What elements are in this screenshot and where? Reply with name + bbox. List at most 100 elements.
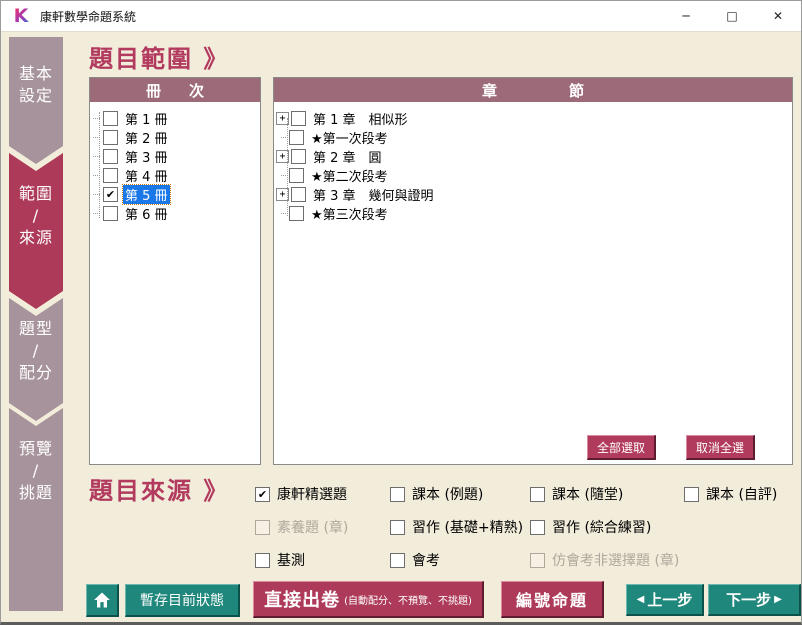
chapter-header-label: 章	[482, 80, 497, 101]
source-checkbox-checked[interactable]: ✔	[255, 487, 270, 502]
volume-label-selected[interactable]: 第 5 冊	[123, 185, 170, 204]
select-all-button[interactable]: 全部選取	[587, 435, 656, 460]
volume-checkbox-checked[interactable]: ✔	[103, 187, 118, 202]
tab-label-line: 配分	[9, 362, 63, 384]
right-arrow-icon: ▶	[774, 594, 782, 605]
source-checkbox[interactable]	[684, 487, 699, 502]
source-option[interactable]: 課本 (隨堂)	[530, 484, 623, 504]
source-option[interactable]: 習作 (基礎+精熟)	[390, 517, 523, 537]
minimize-button[interactable]: ─	[663, 1, 709, 31]
previous-step-label: 上一步	[647, 589, 692, 610]
tree-connector	[281, 137, 286, 138]
source-option[interactable]: 基測	[255, 550, 305, 570]
source-option-disabled: 素養題 (章)	[255, 517, 348, 537]
chapter-checkbox[interactable]	[291, 187, 306, 202]
volume-label[interactable]: 第 3 冊	[123, 147, 170, 166]
tab-question-type-score[interactable]: 題型 / 配分	[9, 298, 63, 421]
source-option-label[interactable]: 習作 (綜合練習)	[552, 517, 651, 537]
volume-header-label: 冊	[146, 80, 161, 101]
chapter-checkbox[interactable]	[291, 111, 306, 126]
maximize-button[interactable]: □	[709, 1, 755, 31]
volume-checkbox[interactable]	[103, 149, 118, 164]
volume-label[interactable]: 第 2 冊	[123, 128, 170, 147]
source-option-label[interactable]: 習作 (基礎+精熟)	[412, 517, 523, 537]
app-window: K 康軒數學命題系統 ─ □ ✕ 基本 設定 範圍 / 來源 題型 / 配分 預…	[0, 0, 802, 625]
source-checkbox-disabled	[530, 553, 545, 568]
tab-label-line: 範圍	[9, 183, 63, 205]
previous-step-button[interactable]: ◀ 上一步	[626, 584, 704, 616]
source-option[interactable]: 課本 (例題)	[390, 484, 483, 504]
chapter-panel-header: 章 節	[274, 78, 792, 102]
chapter-label[interactable]: 第 1 章 相似形	[311, 109, 410, 128]
deselect-all-button[interactable]: 取消全選	[686, 435, 755, 460]
volume-label[interactable]: 第 6 冊	[123, 204, 170, 223]
direct-exam-button[interactable]: 直接出卷 (自動配分、不預覽、不挑題)	[253, 581, 484, 618]
next-step-button[interactable]: 下一步 ▶	[708, 584, 801, 616]
chapter-row[interactable]: + 第 1 章 相似形	[274, 109, 792, 128]
chapter-checkbox[interactable]	[289, 206, 304, 221]
chapter-checkbox[interactable]	[289, 168, 304, 183]
chapter-checkbox[interactable]	[289, 130, 304, 145]
source-checkbox-disabled	[255, 520, 270, 535]
source-checkbox[interactable]	[530, 487, 545, 502]
source-option-label[interactable]: 會考	[412, 550, 440, 570]
tab-label-line: 題型	[9, 318, 63, 340]
chapter-label[interactable]: 第 2 章 圓	[311, 147, 384, 166]
source-checkbox[interactable]	[530, 520, 545, 535]
chapter-checkbox[interactable]	[291, 149, 306, 164]
source-option[interactable]: ✔ 康軒精選題	[255, 484, 347, 504]
source-option-label[interactable]: 課本 (例題)	[412, 484, 483, 504]
volume-label[interactable]: 第 4 冊	[123, 166, 170, 185]
chapter-row[interactable]: + 第 3 章 幾何與證明	[274, 185, 792, 204]
tab-label-line: 來源	[9, 227, 63, 249]
source-checkbox[interactable]	[390, 553, 405, 568]
tab-preview-pick[interactable]: 預覽 / 挑題	[9, 408, 63, 611]
chapter-label[interactable]: 第 3 章 幾何與證明	[311, 185, 436, 204]
source-option-label[interactable]: 康軒精選題	[277, 484, 347, 504]
chapter-row[interactable]: ★第三次段考	[274, 204, 792, 223]
volume-checkbox[interactable]	[103, 111, 118, 126]
check-icon: ✔	[258, 489, 267, 500]
chapter-panel: 章 節 + 第 1 章 相似形 ★第一次段考 + 第 2 章 圓	[273, 77, 793, 465]
volume-checkbox[interactable]	[103, 206, 118, 221]
close-button[interactable]: ✕	[755, 1, 801, 31]
source-option-label: 素養題 (章)	[277, 517, 348, 537]
volume-row[interactable]: 第 3 冊	[90, 147, 260, 166]
tree-connector	[281, 213, 286, 214]
chapter-row[interactable]: + 第 2 章 圓	[274, 147, 792, 166]
next-step-label: 下一步	[726, 589, 771, 610]
source-option-label[interactable]: 課本 (隨堂)	[552, 484, 623, 504]
chapter-row[interactable]: ★第二次段考	[274, 166, 792, 185]
source-option-label[interactable]: 基測	[277, 550, 305, 570]
volume-row[interactable]: 第 6 冊	[90, 204, 260, 223]
volume-checkbox[interactable]	[103, 168, 118, 183]
tab-label-line: 挑題	[9, 482, 63, 504]
numbering-button[interactable]: 編號命題	[501, 581, 604, 618]
source-checkbox[interactable]	[390, 487, 405, 502]
volume-label[interactable]: 第 1 冊	[123, 109, 170, 128]
volume-checkbox[interactable]	[103, 130, 118, 145]
tree-line	[99, 112, 100, 218]
source-option[interactable]: 課本 (自評)	[684, 484, 777, 504]
source-checkbox[interactable]	[255, 553, 270, 568]
chapter-label[interactable]: ★第三次段考	[309, 204, 390, 223]
save-state-button[interactable]: 暫存目前狀態	[125, 584, 240, 617]
home-button[interactable]	[86, 584, 119, 617]
volume-row[interactable]: 第 2 冊	[90, 128, 260, 147]
volume-row[interactable]: 第 4 冊	[90, 166, 260, 185]
chapter-label[interactable]: ★第二次段考	[309, 166, 390, 185]
tab-basic-settings[interactable]: 基本 設定	[9, 37, 63, 164]
direct-exam-sublabel: (自動配分、不預覽、不挑題)	[344, 592, 472, 607]
source-option[interactable]: 會考	[390, 550, 440, 570]
left-arrow-icon: ◀	[637, 594, 645, 605]
chapter-label[interactable]: ★第一次段考	[309, 128, 390, 147]
tab-range-source[interactable]: 範圍 / 來源	[9, 153, 63, 309]
chapter-row[interactable]: ★第一次段考	[274, 128, 792, 147]
tab-label-line: /	[9, 205, 63, 227]
source-option-label[interactable]: 課本 (自評)	[706, 484, 777, 504]
volume-row[interactable]: ✔ 第 5 冊	[90, 185, 260, 204]
source-option-disabled: 仿會考非選擇題 (章)	[530, 550, 679, 570]
source-checkbox[interactable]	[390, 520, 405, 535]
volume-row[interactable]: 第 1 冊	[90, 109, 260, 128]
source-option[interactable]: 習作 (綜合練習)	[530, 517, 651, 537]
